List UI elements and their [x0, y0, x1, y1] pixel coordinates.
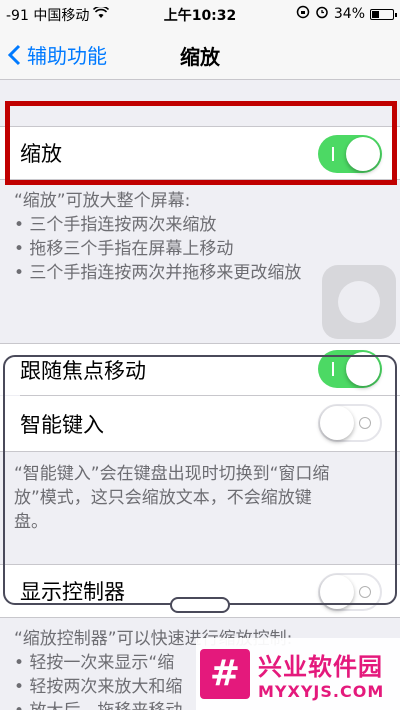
page-title: 缩放 [180, 45, 220, 69]
battery-percent: 34% [333, 6, 365, 22]
watermark: # 兴业软件园 MYXYJS.COM [196, 638, 400, 710]
status-right: 34% [296, 5, 397, 23]
rotation-lock-icon [296, 5, 310, 23]
battery-icon [370, 8, 397, 20]
assistive-touch-icon [338, 281, 380, 323]
watermark-text: 兴业软件园 MYXYJS.COM [258, 647, 384, 701]
zoom-bullet-2: • 拖移三个手指在屏幕上移动 [14, 239, 234, 259]
zoom-window-frame[interactable] [3, 355, 397, 605]
highlight-box [5, 101, 397, 185]
status-bar: -91 中国移动 上午10:32 34% [0, 0, 400, 28]
navigation-bar: 辅助功能 缩放 [0, 28, 400, 80]
alarm-icon [315, 5, 329, 23]
watermark-url: MYXYJS.COM [258, 682, 385, 701]
assistive-touch-button[interactable] [322, 265, 396, 339]
zoom-window-handle[interactable] [170, 597, 230, 613]
zoom-bullet-1: • 三个手指连按两次来缩放 [14, 215, 217, 235]
zoom-description-heading: “缩放”可放大整个屏幕: [14, 191, 191, 211]
watermark-title: 兴业软件园 [258, 653, 383, 681]
watermark-logo: # [200, 649, 250, 699]
